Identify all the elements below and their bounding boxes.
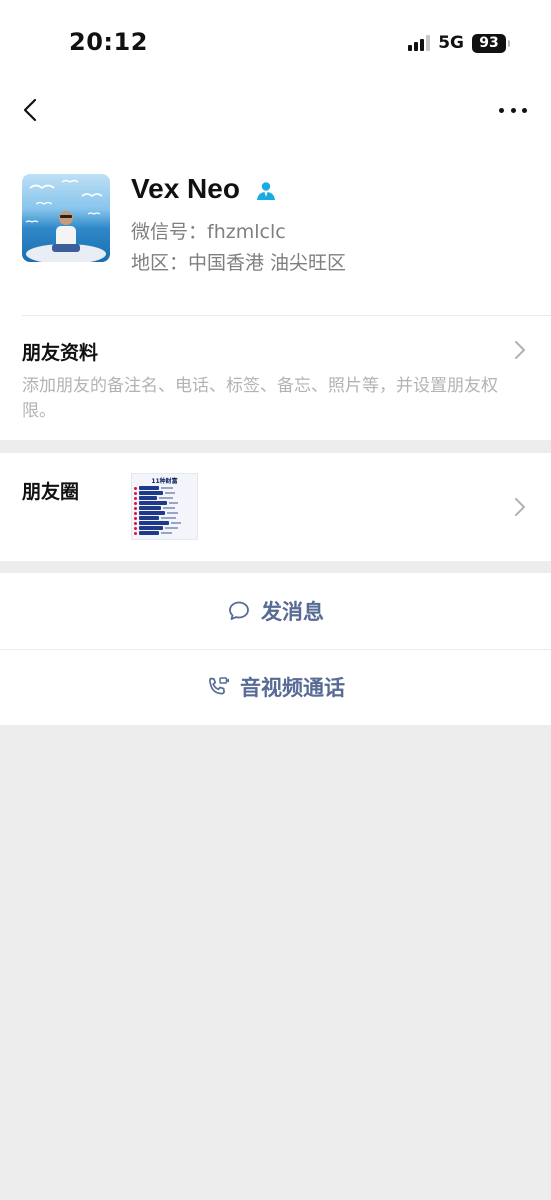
battery-icon: 93 [472, 33, 510, 53]
region: 地区：中国香港 油尖旺区 [131, 252, 347, 274]
thumbnail-title: 11种财富 [151, 478, 178, 485]
video-call-label: 音视频通话 [240, 676, 345, 700]
status-bar: 20:12 5G 93 [0, 0, 551, 80]
status-time: 20:12 [69, 28, 148, 56]
more-dots-icon[interactable] [499, 102, 527, 118]
profile-header: Vex Neo 微信号：fhzmlclc 地区：中国香港 油尖旺区 [0, 140, 551, 316]
friend-info-title: 朋友资料 [22, 342, 99, 364]
battery-level: 93 [479, 34, 499, 51]
chevron-right-icon [515, 498, 525, 516]
status-indicators: 5G 93 [408, 33, 510, 53]
send-message-label: 发消息 [261, 600, 324, 624]
nav-bar [0, 80, 551, 140]
chat-bubble-icon [229, 601, 249, 620]
chevron-right-icon [515, 341, 525, 359]
avatar[interactable] [22, 174, 110, 262]
send-message-button[interactable]: 发消息 [0, 573, 551, 649]
network-label: 5G [438, 33, 464, 53]
phone-video-icon [209, 677, 229, 695]
contact-profile-screen: 20:12 5G 93 Vex Neo 微信号：fhzmlclc 地区：中国香港… [0, 0, 551, 1200]
signal-icon [408, 35, 431, 51]
action-buttons: 发消息 音视频通话 [0, 573, 551, 725]
moments-row[interactable]: 朋友圈 11种财富 [0, 453, 551, 561]
friend-info-description: 添加朋友的备注名、电话、标签、备忘、照片等，并设置朋友权限。 [22, 376, 498, 421]
friend-info-row[interactable]: 朋友资料 添加朋友的备注名、电话、标签、备忘、照片等，并设置朋友权限。 [0, 316, 551, 440]
contact-name: Vex Neo [131, 173, 240, 204]
person-icon [257, 182, 275, 200]
moments-thumbnail[interactable]: 11种财富 [131, 473, 198, 540]
video-call-button[interactable]: 音视频通话 [0, 649, 551, 725]
chevron-left-icon[interactable] [18, 94, 44, 126]
wechat-id: 微信号：fhzmlclc [131, 221, 286, 243]
moments-title: 朋友圈 [22, 481, 80, 503]
